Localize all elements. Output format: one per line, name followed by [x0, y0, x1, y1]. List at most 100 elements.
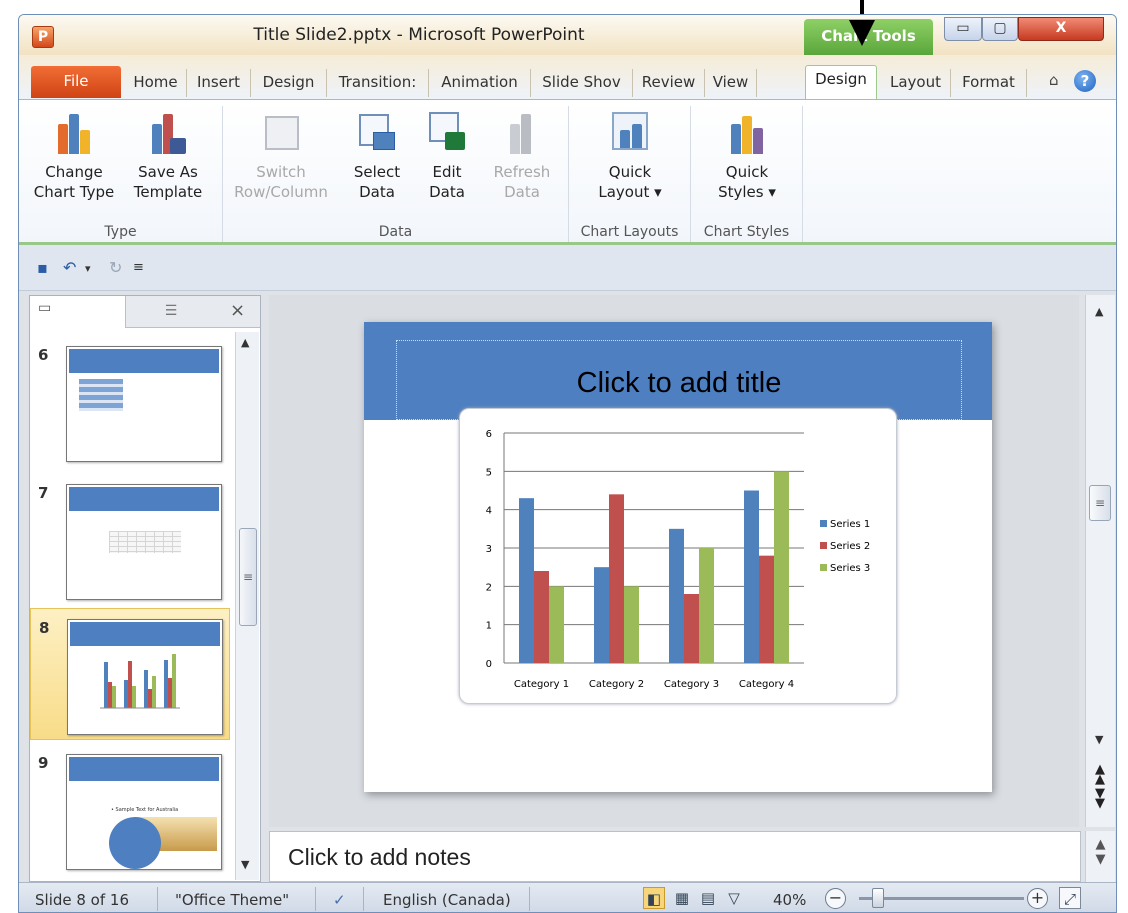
slide-vertical-scrollbar[interactable]: ▲ ≡ ▼ ▲ ▲ ▼ ▼ [1085, 295, 1115, 827]
close-panel-icon[interactable]: × [230, 300, 245, 321]
next-slide-icon[interactable]: ▼ ▼ [1095, 787, 1105, 810]
select-data-label-2: Data [359, 183, 395, 201]
undo-dropdown-icon[interactable]: ▾ [85, 262, 91, 275]
slide-thumbnail-7[interactable]: 7 [30, 474, 230, 606]
spell-check-icon[interactable]: ✓ [333, 889, 346, 911]
slide-thumbnail-8[interactable]: 8 [30, 608, 230, 740]
scroll-down-icon[interactable]: ▼ [241, 858, 249, 871]
normal-view-icon[interactable]: ◧ [643, 887, 665, 909]
edit-data-button[interactable]: Edit Data [419, 110, 475, 208]
ribbon: Change Chart Type Save As Template Type [19, 99, 1116, 245]
outline-tab-icon[interactable]: ☰ [126, 296, 216, 328]
scroll-down-icon[interactable]: ▼ [1095, 733, 1103, 746]
x-tick-label: Category 2 [589, 679, 644, 690]
refresh-data-icon [502, 110, 542, 156]
scroll-up-icon[interactable]: ▲ [1095, 305, 1103, 318]
quick-styles-icon [727, 110, 767, 156]
tab-chart-format[interactable]: Format [951, 69, 1027, 97]
zoom-in-icon[interactable]: + [1027, 888, 1048, 909]
minimize-button[interactable]: ▭ [944, 17, 982, 41]
switch-row-column-label-2: Row/Column [234, 183, 328, 201]
title-bar: P Title Slide2.pptx - Microsoft PowerPoi… [19, 15, 1116, 55]
zoom-out-icon[interactable]: − [825, 888, 846, 909]
tab-design-main[interactable]: Design [251, 69, 327, 97]
change-chart-type-button[interactable]: Change Chart Type [33, 110, 115, 208]
zoom-level[interactable]: 40% [773, 889, 806, 911]
bar-2-3 [684, 594, 699, 663]
bar-3-3 [699, 548, 714, 663]
help-icon[interactable]: ? [1074, 70, 1096, 92]
notes-pane[interactable]: Click to add notes [269, 831, 1081, 882]
switch-row-column-icon [261, 110, 301, 156]
notes-scrollbar[interactable]: ▲ ▼ [1085, 831, 1115, 882]
close-button[interactable]: X [1018, 17, 1104, 41]
slides-panel-scroll-thumb[interactable]: ≡ [239, 528, 257, 626]
tab-chart-layout[interactable]: Layout [881, 69, 951, 97]
legend-label: Series 1 [830, 519, 870, 530]
tab-view[interactable]: View [705, 69, 757, 97]
save-as-template-button[interactable]: Save As Template [123, 110, 213, 208]
quick-layout-label-1: Quick [608, 163, 652, 181]
language-indicator[interactable]: English (Canada) [383, 889, 511, 911]
bar-1-4 [744, 490, 759, 663]
theme-name[interactable]: "Office Theme" [175, 889, 289, 911]
x-tick-label: Category 3 [664, 679, 719, 690]
slide-number: 8 [39, 619, 50, 637]
tab-file[interactable]: File [31, 66, 121, 98]
notes-placeholder[interactable]: Click to add notes [288, 844, 471, 871]
legend-swatch [820, 564, 827, 571]
tab-slide-show[interactable]: Slide Shov [531, 69, 633, 97]
undo-icon[interactable]: ↶ [63, 258, 76, 277]
annotation-arrow-head [849, 20, 875, 46]
tab-animations[interactable]: Animation [429, 69, 531, 97]
chart-object[interactable]: 0 1 2 3 4 5 6 Category 1 Category 2 Category 3 Cat… [459, 408, 897, 704]
group-type: Change Chart Type Save As Template Type [19, 106, 223, 242]
minimize-ribbon-icon[interactable]: ⌂ [1049, 71, 1059, 89]
slide-scroll-thumb[interactable]: ≡ [1089, 485, 1111, 521]
slide-show-view-icon[interactable]: ▽ [723, 887, 745, 909]
reading-view-icon[interactable]: ▤ [697, 887, 719, 909]
slide-number: 6 [38, 346, 49, 364]
quick-styles-button[interactable]: Quick Styles ▾ [705, 110, 789, 208]
slide-thumbnail-6[interactable]: 6 [30, 336, 230, 468]
slide-9-caption: • Sample Text for Australia [111, 807, 179, 813]
legend-label: Series 3 [830, 563, 870, 574]
quick-styles-label-1: Quick [725, 163, 769, 181]
previous-slide-icon[interactable]: ▲ ▲ [1095, 763, 1105, 786]
y-tick-label: 6 [486, 429, 492, 440]
status-bar: Slide 8 of 16 "Office Theme" ✓ English (… [19, 882, 1116, 912]
tab-home[interactable]: Home [125, 69, 187, 97]
scroll-up-icon[interactable]: ▲ [1086, 831, 1115, 852]
change-chart-type-label-1: Change [45, 163, 103, 181]
group-chart-layouts: Quick Layout ▾ Chart Layouts [569, 106, 691, 242]
edit-data-label-1: Edit [432, 163, 462, 181]
save-icon[interactable]: ▪ [37, 258, 48, 277]
slide-canvas[interactable]: Click to add title 0 1 2 3 4 5 6 Category 1 Cate… [364, 322, 992, 792]
slides-panel-scrollbar[interactable]: ▲ ≡ ▼ [235, 332, 259, 880]
zoom-slider-handle[interactable] [872, 888, 884, 908]
select-data-icon [357, 110, 397, 156]
tab-chart-design[interactable]: Design [805, 65, 877, 99]
tab-review[interactable]: Review [633, 69, 705, 97]
slide-thumbnail-9[interactable]: 9 • Sample Text for Australia [30, 744, 230, 876]
mini-chart [100, 654, 180, 709]
redo-icon[interactable]: ↻ [109, 258, 122, 277]
customize-qat-icon[interactable]: ≡ [133, 260, 144, 275]
y-tick-label: 0 [486, 659, 492, 670]
switch-row-column-button[interactable]: Switch Row/Column [231, 110, 331, 208]
tab-insert[interactable]: Insert [187, 69, 251, 97]
slides-tab-icon[interactable]: ▭ [30, 296, 126, 328]
slide-sorter-view-icon[interactable]: ▦ [671, 887, 693, 909]
app-root: P Title Slide2.pptx - Microsoft PowerPoi… [0, 0, 1128, 913]
tab-transitions[interactable]: Transition: [327, 69, 429, 97]
slide-preview: • Sample Text for Australia [66, 754, 222, 870]
refresh-data-button[interactable]: Refresh Data [485, 110, 559, 208]
scroll-up-icon[interactable]: ▲ [241, 336, 249, 349]
maximize-button[interactable]: ▢ [982, 17, 1018, 41]
fit-to-window-icon[interactable]: ⤢ [1059, 887, 1081, 909]
scroll-down-icon[interactable]: ▼ [1086, 852, 1115, 867]
chart-type-icon [54, 110, 94, 156]
switch-row-column-label-1: Switch [256, 163, 306, 181]
select-data-button[interactable]: Select Data [347, 110, 407, 208]
quick-layout-button[interactable]: Quick Layout ▾ [583, 110, 677, 208]
